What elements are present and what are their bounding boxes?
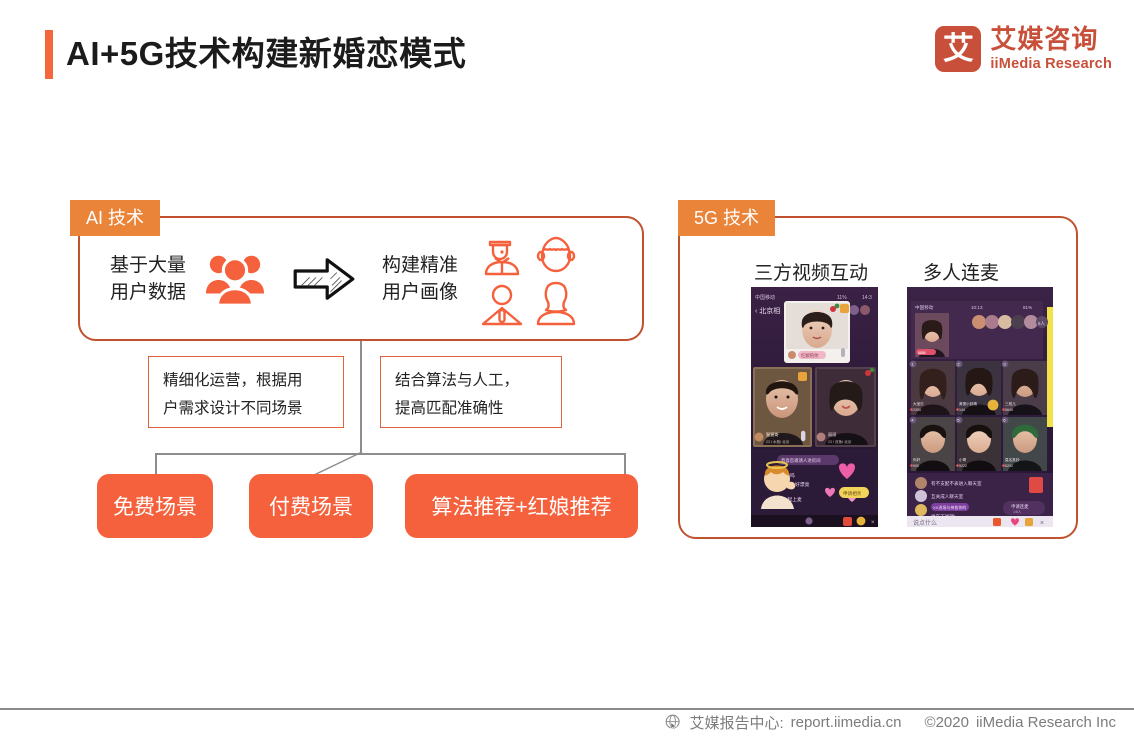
title-accent-bar bbox=[45, 30, 53, 79]
multi-person-live-mic-screenshot: 中国移动 10:13 81% 8888 6人 1 大宝贝 2350 2 美丽小妖… bbox=[907, 287, 1053, 527]
ai-right-text-line1: 构建精准 bbox=[382, 254, 459, 276]
svg-text:小哥: 小哥 bbox=[959, 457, 967, 462]
ai-left-text-line2: 用户数据 bbox=[110, 281, 187, 303]
svg-text:猩猩哥: 猩猩哥 bbox=[766, 431, 779, 438]
ai-right-text-line2: 用户画像 bbox=[382, 281, 459, 303]
svg-text:中国移动: 中国移动 bbox=[755, 294, 775, 301]
svg-text:14:3: 14:3 bbox=[862, 295, 872, 301]
footer-divider bbox=[0, 708, 1134, 710]
svg-text:144: 144 bbox=[959, 408, 965, 412]
svg-text:10:13: 10:13 bbox=[971, 305, 983, 310]
svg-text:8888: 8888 bbox=[918, 351, 926, 355]
g5-column-label-multi-person-mic: 多人连麦 bbox=[923, 263, 1000, 284]
svg-text:莫名其妙: 莫名其妙 bbox=[1005, 457, 1020, 462]
g5-column-label-three-way-video: 三方视频互动 bbox=[754, 263, 869, 284]
logo-text: 艾媒咨询 iiMedia Research bbox=[990, 26, 1112, 72]
svg-text:申请相亲: 申请相亲 bbox=[843, 490, 862, 497]
svg-text:5649: 5649 bbox=[1005, 408, 1013, 412]
note1-line1: 精细化运营，根据用 bbox=[163, 372, 303, 389]
svg-text:6202: 6202 bbox=[1005, 464, 1013, 468]
ai-left-text-line1: 基于大量 bbox=[110, 254, 187, 276]
scenario-free-button[interactable]: 免费场景 bbox=[97, 474, 213, 538]
svg-text:大宝贝: 大宝贝 bbox=[913, 401, 924, 406]
page-title: AI+5G技术构建新婚恋模式 bbox=[66, 35, 467, 72]
connector-bus-to-algo bbox=[624, 453, 626, 475]
note-box-refined-operation: 精细化运营，根据用 户需求设计不同场景 bbox=[148, 356, 344, 428]
note2-line2: 提高匹配准确性 bbox=[395, 400, 504, 417]
ai-left-text: 基于大量 用户数据 bbox=[110, 252, 186, 306]
svg-text:900: 900 bbox=[913, 464, 919, 468]
svg-text:美丽小妖精: 美丽小妖精 bbox=[959, 401, 977, 406]
ai-panel-content: 基于大量 用户数据 构建精准 用户画像 bbox=[80, 218, 642, 339]
logo-name-en: iiMedia Research bbox=[990, 56, 1112, 73]
logo-name-cn: 艾媒咨询 bbox=[990, 24, 1099, 55]
svg-text:23 I 水瓶I 北京: 23 I 水瓶I 北京 bbox=[766, 439, 790, 444]
ai-section-tab: AI 技术 bbox=[70, 200, 161, 236]
avatar-man-suit-icon bbox=[484, 240, 520, 275]
svg-text:‹ 北京相: ‹ 北京相 bbox=[755, 306, 780, 315]
footer-company: iiMedia Research Inc bbox=[975, 714, 1116, 731]
svg-text:你好: 你好 bbox=[913, 457, 921, 462]
g5-section-tab: 5G 技术 bbox=[678, 200, 776, 236]
connector-panel-to-notes bbox=[360, 341, 362, 429]
svg-text:6人: 6人 bbox=[1038, 321, 1046, 326]
group-people-icon bbox=[205, 255, 265, 307]
svg-text:三妞儿: 三妞儿 bbox=[1005, 401, 1016, 406]
connector-bus-horizontal bbox=[155, 453, 625, 455]
ai-right-text: 构建精准 用户画像 bbox=[382, 252, 458, 306]
svg-text:申请连麦: 申请连麦 bbox=[1011, 503, 1029, 510]
note2-line1: 结合算法与人工， bbox=[395, 372, 520, 389]
globe-cursor-icon bbox=[666, 714, 681, 731]
brand-logo: 艾 艾媒咨询 iiMedia Research bbox=[935, 26, 1112, 72]
svg-text:11%: 11% bbox=[837, 295, 847, 301]
svg-text:红娘陪你: 红娘陪你 bbox=[801, 352, 819, 359]
avatar-woman-icon bbox=[536, 281, 576, 325]
svg-text:81%: 81% bbox=[1023, 305, 1032, 310]
logo-mark-icon: 艾 bbox=[935, 26, 982, 72]
svg-text:好漂亮: 好漂亮 bbox=[795, 481, 810, 488]
page-header: AI+5G技术构建新婚恋模式 艾 艾媒咨询 iiMedia Research bbox=[0, 0, 1134, 110]
footer-url[interactable]: report.iimedia.cn bbox=[791, 714, 902, 731]
connector-bus-to-free bbox=[155, 453, 157, 475]
svg-text:中国移动: 中国移动 bbox=[915, 304, 934, 311]
svg-text:说点什么: 说点什么 bbox=[913, 519, 937, 527]
footer-report-center: 艾媒报告中心: bbox=[689, 715, 784, 732]
footer-copyright: ©2020 bbox=[924, 714, 969, 731]
svg-text:×: × bbox=[1040, 520, 1044, 527]
three-way-video-chat-screenshot: 中国移动 11% 14:3 ‹ 北京相 红娘陪你 猩猩哥 23 I 水瓶I 北京 bbox=[751, 287, 878, 527]
avatar-boy-icon bbox=[536, 236, 576, 272]
ai-technology-panel: 基于大量 用户数据 构建精准 用户画像 bbox=[78, 216, 644, 341]
sketch-right-arrow-icon bbox=[293, 257, 355, 300]
avatar-person-tie-icon bbox=[481, 284, 523, 325]
note-box-algorithm-human: 结合算法与人工， 提高匹配准确性 bbox=[380, 356, 562, 428]
svg-text:XX进场与神皆你的: XX进场与神皆你的 bbox=[933, 504, 966, 510]
scenario-paid-button[interactable]: 付费场景 bbox=[249, 474, 373, 538]
note1-line2: 户需求设计不同场景 bbox=[163, 400, 303, 417]
svg-text:1/8人: 1/8人 bbox=[1013, 509, 1022, 514]
svg-text:互关成人聊天室: 互关成人聊天室 bbox=[931, 493, 964, 500]
svg-text:23 I 双鱼I 北京: 23 I 双鱼I 北京 bbox=[828, 439, 852, 444]
svg-text:×: × bbox=[871, 520, 875, 526]
svg-text:5222: 5222 bbox=[959, 464, 967, 468]
user-persona-avatars bbox=[476, 230, 582, 328]
scenario-algorithm-matchmaker-button[interactable]: 算法推荐+红娘推荐 bbox=[405, 474, 638, 538]
svg-text:有不支配不表进入聊天室: 有不支配不表进入聊天室 bbox=[931, 480, 982, 487]
page-footer: 艾媒报告中心: report.iimedia.cn ©2020 iiMedia … bbox=[0, 712, 1134, 733]
svg-text:2350: 2350 bbox=[913, 408, 921, 412]
